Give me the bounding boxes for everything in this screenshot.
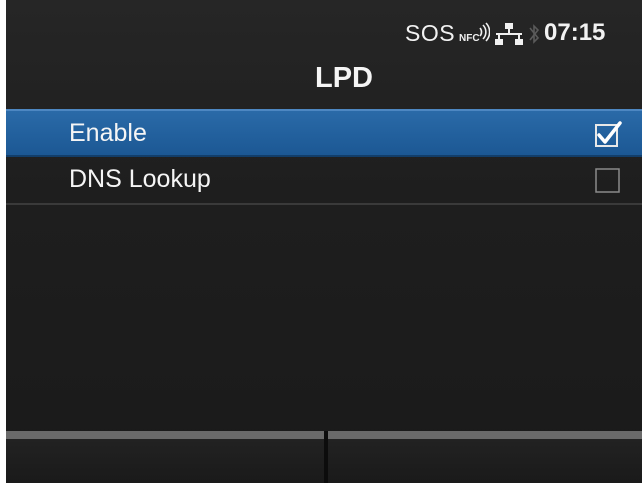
bluetooth-icon — [527, 20, 541, 48]
dns-lookup-checkbox[interactable] — [594, 166, 622, 194]
svg-text:NFC: NFC — [459, 33, 480, 44]
nfc-icon: NFC — [458, 22, 491, 46]
softkey-right[interactable] — [328, 431, 642, 483]
sos-indicator: SOS — [405, 20, 456, 46]
softkey-bar — [6, 431, 642, 483]
softkey-left[interactable] — [6, 431, 324, 483]
status-bar: SOS NFC 07:15 — [6, 0, 642, 56]
menu-item-dns-lookup[interactable]: DNS Lookup — [6, 157, 642, 205]
menu-item-label: Enable — [69, 119, 147, 147]
page-title: LPD — [315, 62, 373, 94]
network-icon — [494, 22, 524, 46]
menu-item-enable[interactable]: Enable — [6, 109, 642, 157]
clock-time: 07:15 — [544, 19, 606, 46]
menu-list: Enable DNS Lookup — [6, 109, 642, 205]
menu-item-label: DNS Lookup — [69, 165, 211, 193]
enable-checkbox[interactable] — [594, 120, 622, 148]
device-screen: SOS NFC 07:15 LPD Enable DNS Lookup — [6, 0, 642, 483]
